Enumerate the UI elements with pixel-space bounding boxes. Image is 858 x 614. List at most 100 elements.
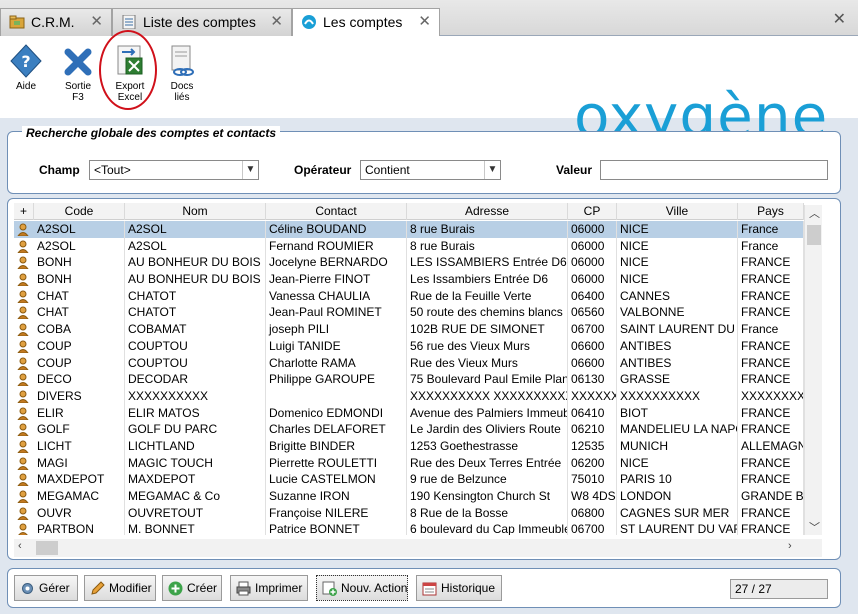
contact-person-icon	[17, 440, 29, 453]
sortie-label: Sortie	[64, 81, 92, 92]
cell-code: ELIR	[34, 404, 125, 422]
column-header-adresse[interactable]: Adresse	[407, 203, 568, 220]
column-header-contact[interactable]: Contact	[266, 203, 407, 220]
table-row[interactable]: GOLF GOLF DU PARC Charles DELAFORET Le Jard…	[14, 421, 804, 438]
cell-nom: A2SOL	[125, 237, 266, 255]
table-row[interactable]: MAXDEPOT MAXDEPOT Lucie CASTELMON 9 rue de …	[14, 471, 804, 488]
cell-contact: Céline BOUDAND	[266, 221, 407, 238]
cell-code: CHAT	[34, 304, 125, 322]
table-row[interactable]: COUP COUPTOU Charlotte RAMA Rue des Vieux M…	[14, 354, 804, 372]
column-header-nom[interactable]: Nom	[125, 203, 266, 220]
tab-les-comptes[interactable]: Les comptes ✕	[292, 8, 440, 37]
chevron-down-icon[interactable]: ▼	[484, 161, 500, 179]
cell-cp: 75010	[568, 471, 617, 488]
chevron-down-icon[interactable]: ▼	[242, 161, 258, 179]
cell-adresse: LES ISSAMBIERS Entrée D6	[407, 254, 568, 272]
search-legend: Recherche globale des comptes et contact…	[22, 126, 281, 140]
add-column-icon[interactable]: +	[14, 203, 34, 220]
chevron-right-icon[interactable]: ›	[788, 540, 792, 552]
aide-button[interactable]: ? Aide	[4, 44, 48, 92]
table-row[interactable]: ELIR ELIR MATOS Domenico EDMONDI Avenue des…	[14, 404, 804, 422]
table-row[interactable]: DIVERS XXXXXXXXXX XXXXXXXXXX XXXXXXXXXX XXX…	[14, 387, 804, 405]
cell-pays: FRANCE	[738, 404, 804, 422]
cell-pays: FRANCE	[738, 271, 804, 288]
cell-ville: NICE	[617, 237, 738, 255]
table-row[interactable]: CHAT CHATOT Vanessa CHAULIA Rue de la Feuil…	[14, 287, 804, 305]
close-icon[interactable]: ✕	[90, 9, 103, 35]
nouv-action-button[interactable]: Nouv. Action	[316, 575, 408, 601]
cell-ville: ANTIBES	[617, 354, 738, 372]
close-icon[interactable]: ✕	[418, 9, 431, 35]
cell-ville: MUNICH	[617, 437, 738, 455]
cell-contact: Françoise NILERE	[266, 504, 407, 522]
chevron-down-icon[interactable]: ﹀	[809, 519, 820, 535]
docs-lies-button[interactable]: Docs liés	[160, 44, 204, 103]
table-row[interactable]: COBA COBAMAT joseph PILI 102B RUE DE SIMONE…	[14, 321, 804, 338]
cell-pays: FRANCE	[738, 337, 804, 355]
gerer-button[interactable]: Gérer	[14, 575, 78, 601]
table-row[interactable]: MEGAMAC MEGAMAC & Co Suzanne IRON 190 Kensi…	[14, 488, 804, 505]
cell-nom: AU BONHEUR DU BOIS	[125, 271, 266, 288]
column-header-ville[interactable]: Ville	[617, 203, 738, 220]
cell-contact: Vanessa CHAULIA	[266, 287, 407, 305]
sortie-button[interactable]: Sortie F3	[56, 44, 100, 103]
cell-ville: NICE	[617, 454, 738, 472]
close-icon[interactable]: ✕	[270, 9, 283, 35]
cell-adresse: 8 Rue de la Bosse	[407, 504, 568, 522]
table-row[interactable]: BONH AU BONHEUR DU BOIS Jocelyne BERNARDO L…	[14, 254, 804, 272]
contact-person-icon	[17, 340, 29, 353]
champ-select[interactable]: <Tout> ▼	[89, 160, 259, 180]
chevron-left-icon[interactable]: ‹	[18, 540, 22, 552]
operateur-select[interactable]: Contient ▼	[360, 160, 501, 180]
column-header-code[interactable]: Code	[34, 203, 125, 220]
valeur-input[interactable]	[600, 160, 828, 180]
vertical-scrollbar[interactable]: ︿ ﹀	[804, 205, 822, 535]
horizontal-scrollbar[interactable]: ‹ ›	[14, 539, 822, 557]
cell-pays: France	[738, 221, 804, 238]
cell-contact: Jean-Paul ROMINET	[266, 304, 407, 322]
contact-person-icon	[17, 507, 29, 520]
table-row[interactable]: COUP COUPTOU Luigi TANIDE 56 rue des Vieux …	[14, 337, 804, 355]
cell-contact: Philippe GAROUPE	[266, 371, 407, 388]
table-row[interactable]: MAGI MAGIC TOUCH Pierrette ROULETTI Rue des…	[14, 454, 804, 472]
table-row[interactable]: BONH AU BONHEUR DU BOIS Jean-Pierre FINOT L…	[14, 271, 804, 288]
table-row[interactable]: A2SOL A2SOL Céline BOUDAND 8 rue Burais 0600…	[14, 221, 804, 238]
cell-adresse: XXXXXXXXXX XXXXXXXXXX	[407, 387, 568, 405]
table-row[interactable]: LICHT LICHTLAND Brigitte BINDER 1253 Goethe…	[14, 437, 804, 455]
cell-code: A2SOL	[34, 221, 125, 238]
oxygene-logo-icon	[302, 15, 316, 29]
table-row[interactable]: CHAT CHATOT Jean-Paul ROMINET 50 route des …	[14, 304, 804, 322]
champ-value: <Tout>	[94, 163, 131, 177]
modifier-button[interactable]: Modifier	[84, 575, 156, 601]
accounts-grid: + Code Nom Contact Adresse CP Ville Pays A2SOL…	[7, 198, 841, 560]
scroll-thumb[interactable]	[36, 541, 58, 555]
tab-liste-des-comptes[interactable]: Liste des comptes ✕	[112, 8, 292, 36]
cell-nom: OUVRETOUT	[125, 504, 266, 522]
cell-pays: FRANCE	[738, 254, 804, 272]
cell-pays: FRANCE	[738, 454, 804, 472]
cell-cp: 06200	[568, 454, 617, 472]
plus-icon	[168, 581, 183, 596]
historique-label: Historique	[441, 581, 496, 595]
cell-nom: A2SOL	[125, 221, 266, 238]
contact-person-icon	[17, 373, 29, 387]
cell-contact: Domenico EDMONDI	[266, 404, 407, 422]
cell-contact: Pierrette ROULETTI	[266, 454, 407, 472]
creer-button[interactable]: Créer	[162, 575, 222, 601]
table-row[interactable]: A2SOL A2SOL Fernand ROUMIER 8 rue Burais 060…	[14, 237, 804, 255]
column-header-pays[interactable]: Pays	[738, 203, 804, 220]
table-row[interactable]: OUVR OUVRETOUT Françoise NILERE 8 Rue de la…	[14, 504, 804, 522]
table-row[interactable]: PARTBON M. BONNET Patrice BONNET 6 boulevar…	[14, 521, 804, 535]
new-action-icon	[322, 581, 337, 596]
chevron-up-icon[interactable]: ︿	[809, 205, 820, 221]
close-icon[interactable]: ✕	[833, 9, 846, 29]
scroll-thumb[interactable]	[807, 225, 821, 245]
column-header-cp[interactable]: CP	[568, 203, 617, 220]
cell-cp: 06410	[568, 404, 617, 422]
table-row[interactable]: DECO DECODAR Philippe GAROUPE 75 Boulevard …	[14, 371, 804, 388]
historique-button[interactable]: Historique	[416, 575, 502, 601]
tab-crm[interactable]: C.R.M. ✕	[0, 8, 112, 36]
contact-person-icon	[17, 240, 29, 253]
cell-nom: MEGAMAC & Co	[125, 488, 266, 505]
imprimer-button[interactable]: Imprimer	[230, 575, 308, 601]
